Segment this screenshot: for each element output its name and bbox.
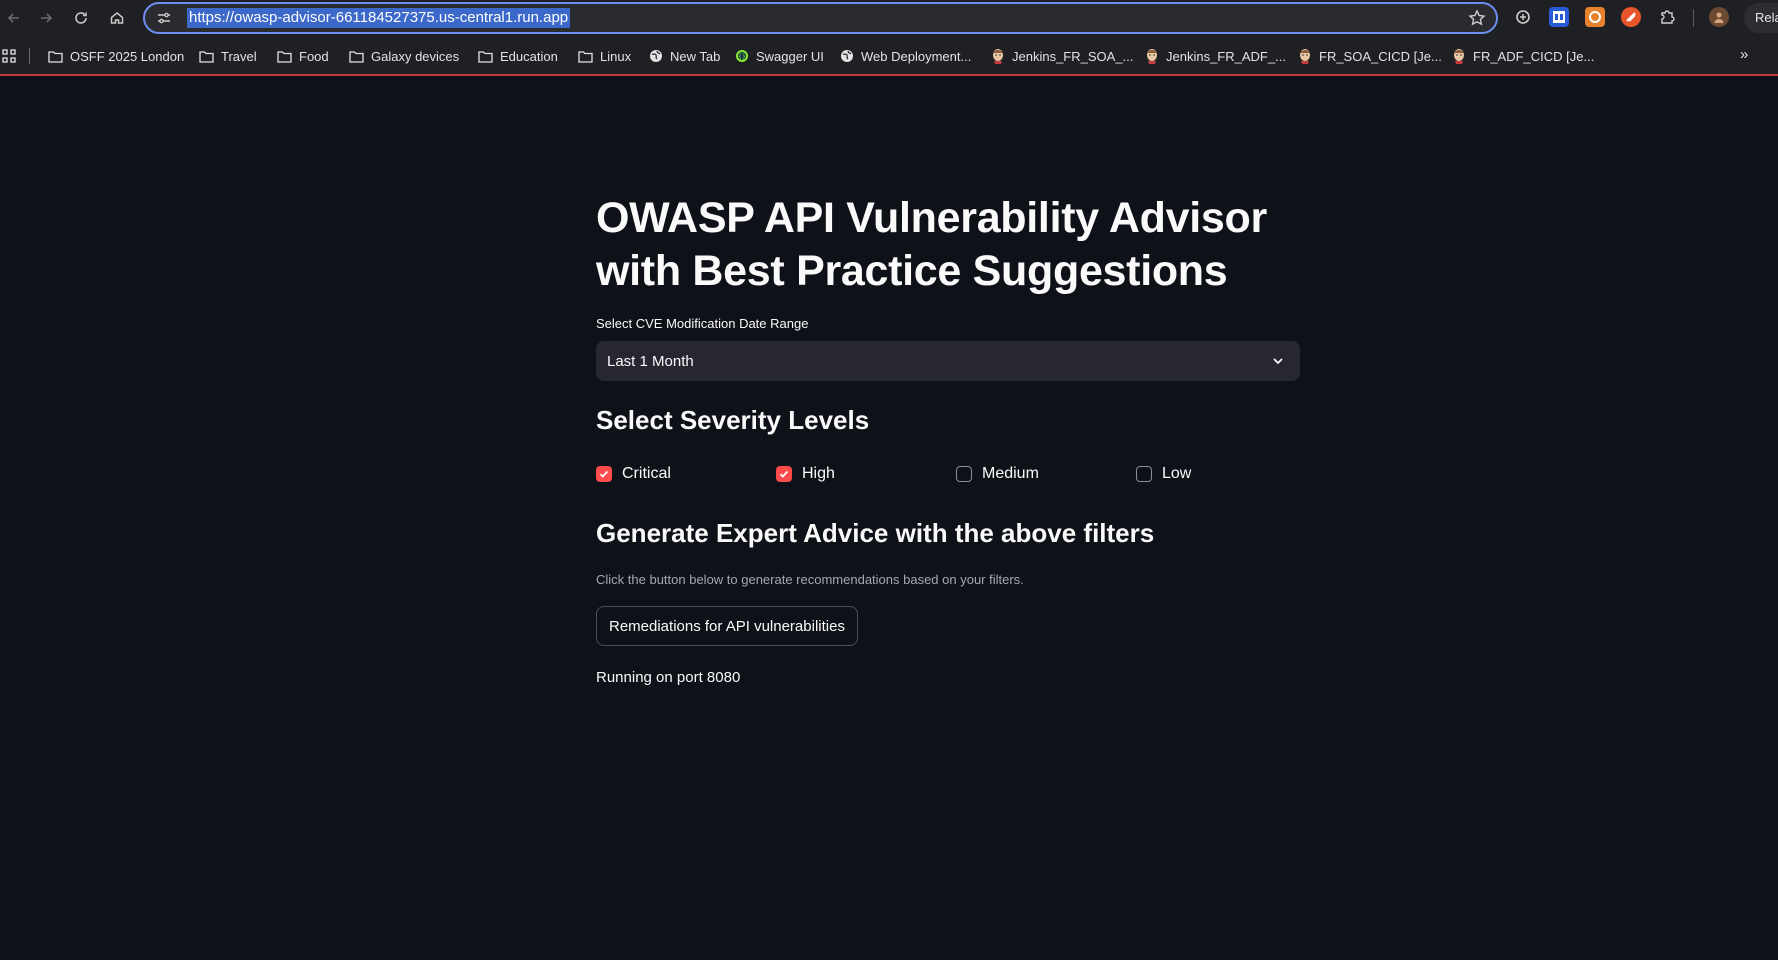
status-text: Running on port 8080 [596,669,741,686]
bookmark-item[interactable]: Galaxy devices [349,47,459,65]
bookmarks-divider [29,48,30,64]
bookmark-label: Education [500,48,558,64]
bookmark-label: Jenkins_FR_SOA_... [1012,48,1134,64]
folder-icon [199,50,221,63]
check-icon [599,470,609,478]
checkbox-medium[interactable]: Medium [956,461,1039,487]
date-range-value: Last 1 Month [607,352,694,370]
globe-icon [649,49,670,63]
bookmark-item[interactable]: Education [478,47,558,65]
jenkins-icon [1452,48,1473,64]
jenkins-icon [991,48,1012,64]
checkbox-label: Medium [982,465,1039,482]
svg-text:{}: {} [738,54,746,61]
checkbox-label: Low [1162,465,1192,482]
bookmark-item[interactable]: New Tab [649,47,720,65]
bookmark-star-icon[interactable] [1468,9,1486,32]
checkbox-box[interactable] [596,466,612,482]
relaunch-button[interactable]: Rela [1744,3,1778,33]
bookmark-label: Food [299,48,329,64]
bookmark-item[interactable]: {} Swagger UI [735,47,824,65]
toolbar-divider [1693,9,1694,27]
severity-heading: Select Severity Levels [596,405,870,435]
address-bar[interactable]: https://owasp-advisor-661184527375.us-ce… [143,2,1498,34]
reload-icon [75,12,87,24]
checkbox-label: Critical [622,465,671,482]
more-bookmarks-icon[interactable]: » [1740,46,1748,63]
home-icon [110,12,124,24]
extension-icon-4[interactable] [1621,7,1641,27]
reload-button[interactable] [67,4,95,32]
back-button[interactable] [0,4,28,32]
forward-button[interactable] [32,4,60,32]
puzzle-extensions-icon[interactable] [1657,7,1677,27]
bookmark-label: Web Deployment... [861,48,972,64]
checkbox-box[interactable] [776,466,792,482]
advice-heading: Generate Expert Advice with the above fi… [596,518,1155,548]
bookmark-item[interactable]: Jenkins_FR_ADF_... [1145,47,1286,65]
bookmark-item[interactable]: FR_SOA_CICD [Je... [1298,47,1442,65]
browser-toolbar: https://owasp-advisor-661184527375.us-ce… [0,0,1778,36]
bookmark-item[interactable]: Linux [578,47,631,65]
profile-avatar-icon[interactable] [1709,7,1729,27]
jenkins-icon [1145,48,1166,64]
extension-icon-1[interactable] [1513,7,1533,27]
advice-caption: Click the button below to generate recom… [596,572,1024,587]
arrow-left-icon [7,13,19,23]
extension-icon-3[interactable] [1585,7,1605,27]
bookmark-label: New Tab [670,48,721,64]
bookmark-item[interactable]: Web Deployment... [840,47,971,65]
jenkins-icon [1298,48,1319,64]
arrow-right-icon [41,13,53,23]
date-range-label: Select CVE Modification Date Range [596,316,809,331]
bookmark-label: Travel [221,48,257,64]
swagger-icon: {} [735,49,756,63]
checkbox-critical[interactable]: Critical [596,461,671,487]
bookmark-label: Linux [600,48,632,64]
folder-icon [277,50,299,63]
checkbox-label: High [802,465,835,482]
bookmarks-bar: OSFF 2025 London Travel Food Galaxy devices… [0,36,1778,76]
checkbox-box[interactable] [956,466,972,482]
globe-icon [840,49,861,63]
bookmark-label: Swagger UI [756,48,824,64]
remediations-button[interactable]: Remediations for API vulnerabilities [596,606,858,646]
bookmark-item[interactable]: Travel [199,47,257,65]
bookmark-item[interactable]: Jenkins_FR_SOA_... [991,47,1133,65]
url-text[interactable]: https://owasp-advisor-661184527375.us-ce… [187,8,571,28]
date-range-select[interactable]: Last 1 Month [596,341,1300,381]
folder-icon [48,50,70,63]
chevron-down-icon [1273,358,1283,365]
bookmark-label: FR_ADF_CICD [Je... [1473,48,1595,64]
severity-checkbox-group: Critical High Medium Low [596,461,1300,487]
folder-icon [349,50,371,63]
bookmark-label: FR_SOA_CICD [Je... [1319,48,1442,64]
home-button[interactable] [103,4,131,32]
bookmark-label: Galaxy devices [371,48,460,64]
apps-grid-icon[interactable] [2,49,16,68]
extension-icon-2[interactable] [1549,7,1569,27]
checkbox-low[interactable]: Low [1136,461,1191,487]
checkbox-high[interactable]: High [776,461,835,487]
bookmark-label: OSFF 2025 London [70,48,185,64]
bookmark-item[interactable]: OSFF 2025 London [48,47,184,65]
page-title: OWASP API Vulnerability Advisor with Bes… [596,194,1267,295]
folder-icon [578,50,600,63]
folder-icon [478,50,500,63]
checkbox-box[interactable] [1136,466,1152,482]
bookmark-item[interactable]: FR_ADF_CICD [Je... [1452,47,1594,65]
bookmark-item[interactable]: Food [277,47,329,65]
bookmark-label: Jenkins_FR_ADF_... [1166,48,1286,64]
check-icon [779,470,789,478]
site-settings-icon[interactable] [155,9,173,27]
